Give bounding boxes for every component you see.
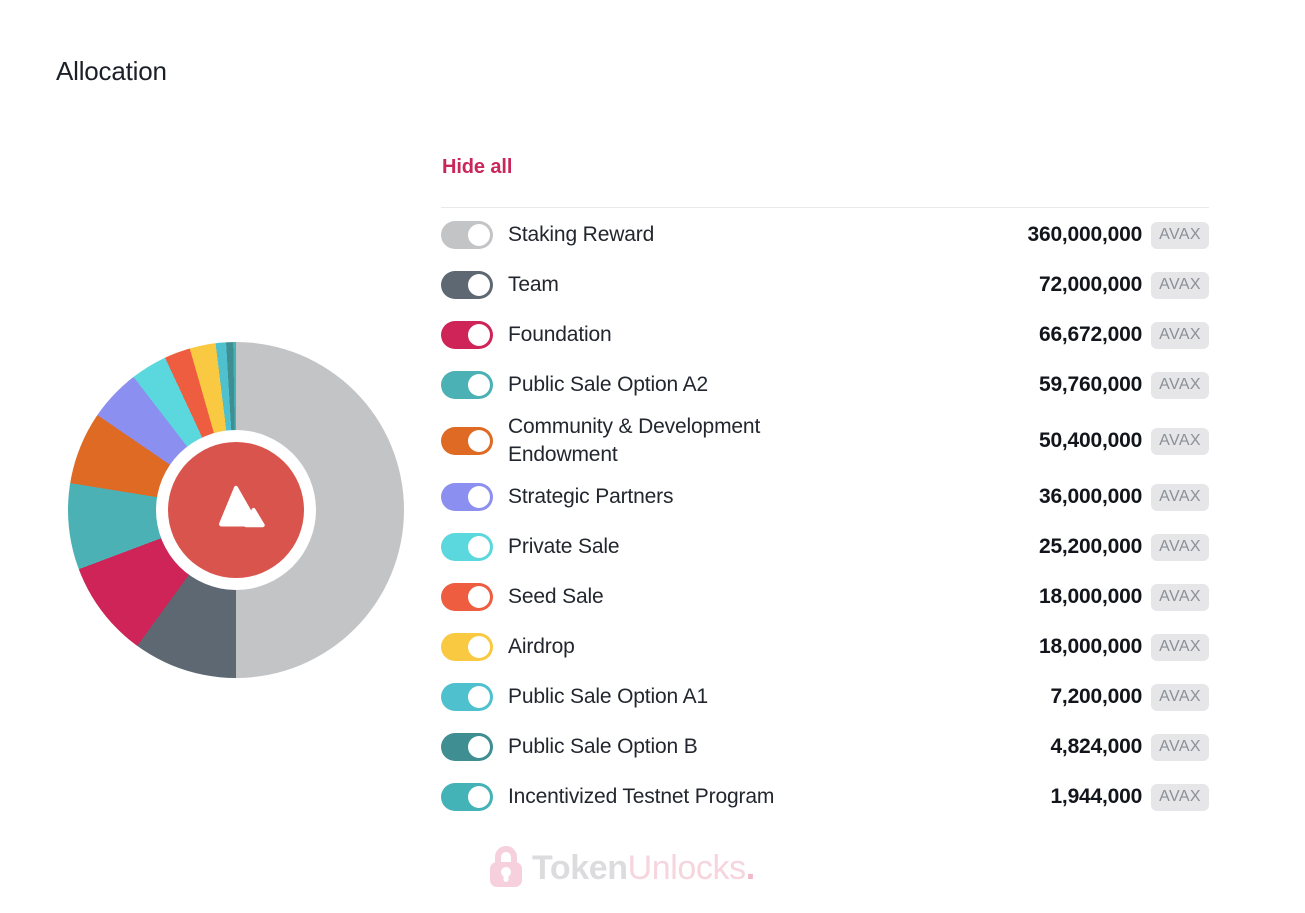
- unit-badge: AVAX: [1151, 633, 1209, 661]
- unit-badge: AVAX: [1151, 783, 1209, 811]
- toggle-knob: [468, 536, 490, 558]
- unit-badge: AVAX: [1151, 427, 1209, 455]
- toggle-community-development-endowment[interactable]: [441, 427, 493, 455]
- toggle-team[interactable]: [441, 271, 493, 299]
- toggle-seed-sale[interactable]: [441, 583, 493, 611]
- legend-row-label: Strategic Partners: [508, 485, 674, 509]
- legend-row-value: 18,000,000: [1038, 585, 1143, 608]
- legend-row-amount: 66,672,000 AVAX: [946, 321, 1209, 349]
- tokenunlocks-watermark: Token Unlocks .: [486, 843, 755, 894]
- lock-icon: [486, 843, 526, 894]
- legend-row-value: 72,000,000: [1038, 273, 1143, 296]
- legend-row[interactable]: Private Sale 25,200,000 AVAX: [441, 522, 1209, 572]
- watermark-unlocks: Unlocks: [627, 849, 747, 887]
- legend-row-value: 1,944,000: [1050, 785, 1143, 808]
- legend-row-amount: 18,000,000 AVAX: [946, 583, 1209, 611]
- legend-row[interactable]: Community & Development Endowment 50,400,…: [441, 410, 1209, 472]
- allocation-donut-chart[interactable]: [68, 342, 404, 678]
- legend-row-amount: 36,000,000 AVAX: [946, 483, 1209, 511]
- toggle-strategic-partners[interactable]: [441, 483, 493, 511]
- allocation-legend: Hide all Staking Reward 360,000,000 AVAX Te…: [441, 156, 1209, 822]
- legend-row[interactable]: Public Sale Option B 4,824,000 AVAX: [441, 722, 1209, 772]
- legend-row-value: 360,000,000: [1027, 223, 1143, 246]
- legend-row[interactable]: Airdrop 18,000,000 AVAX: [441, 622, 1209, 672]
- unit-badge: AVAX: [1151, 371, 1209, 399]
- legend-row-value: 4,824,000: [1050, 735, 1143, 758]
- toggle-knob: [468, 274, 490, 296]
- legend-row-label: Public Sale Option A2: [508, 373, 708, 397]
- legend-row-label: Staking Reward: [508, 223, 655, 247]
- legend-row-amount: 7,200,000 AVAX: [946, 683, 1209, 711]
- legend-row[interactable]: Team 72,000,000 AVAX: [441, 260, 1209, 310]
- toggle-public-sale-option-a2[interactable]: [441, 371, 493, 399]
- unit-badge: AVAX: [1151, 583, 1209, 611]
- toggle-staking-reward[interactable]: [441, 221, 493, 249]
- toggle-knob: [468, 686, 490, 708]
- toggle-knob: [468, 374, 490, 396]
- page-title: Allocation: [56, 56, 167, 86]
- legend-row[interactable]: Seed Sale 18,000,000 AVAX: [441, 572, 1209, 622]
- toggle-knob: [468, 586, 490, 608]
- toggle-foundation[interactable]: [441, 321, 493, 349]
- legend-row-value: 50,400,000: [1038, 429, 1143, 452]
- legend-row-label: Private Sale: [508, 535, 620, 559]
- legend-rows: Staking Reward 360,000,000 AVAX Team 72,000,…: [441, 210, 1209, 822]
- toggle-public-sale-option-a1[interactable]: [441, 683, 493, 711]
- legend-row[interactable]: Foundation 66,672,000 AVAX: [441, 310, 1209, 360]
- legend-row[interactable]: Public Sale Option A1 7,200,000 AVAX: [441, 672, 1209, 722]
- toggle-incentivized-testnet-program[interactable]: [441, 783, 493, 811]
- unit-badge: AVAX: [1151, 683, 1209, 711]
- legend-row-value: 66,672,000: [1038, 323, 1143, 346]
- unit-badge: AVAX: [1151, 221, 1209, 249]
- legend-row-label: Team: [508, 273, 559, 297]
- legend-divider: [441, 207, 1209, 208]
- unit-badge: AVAX: [1151, 271, 1209, 299]
- toggle-knob: [468, 486, 490, 508]
- legend-row-value: 25,200,000: [1038, 535, 1143, 558]
- legend-row-amount: 50,400,000 AVAX: [946, 427, 1209, 455]
- unit-badge: AVAX: [1151, 533, 1209, 561]
- toggle-airdrop[interactable]: [441, 633, 493, 661]
- toggle-knob: [468, 786, 490, 808]
- legend-row-value: 18,000,000: [1038, 635, 1143, 658]
- legend-row[interactable]: Strategic Partners 36,000,000 AVAX: [441, 472, 1209, 522]
- legend-row[interactable]: Public Sale Option A2 59,760,000 AVAX: [441, 360, 1209, 410]
- toggle-knob: [468, 430, 490, 452]
- legend-row-label: Public Sale Option A1: [508, 685, 708, 709]
- legend-row-label: Public Sale Option B: [508, 735, 698, 759]
- unit-badge: AVAX: [1151, 733, 1209, 761]
- toggle-public-sale-option-b[interactable]: [441, 733, 493, 761]
- avax-logo: [168, 442, 304, 578]
- legend-row-amount: 72,000,000 AVAX: [946, 271, 1209, 299]
- toggle-knob: [468, 736, 490, 758]
- toggle-private-sale[interactable]: [441, 533, 493, 561]
- legend-row-label: Community & Development Endowment: [508, 415, 761, 466]
- legend-row-label: Airdrop: [508, 635, 575, 659]
- legend-row-value: 7,200,000: [1050, 685, 1143, 708]
- legend-row-amount: 59,760,000 AVAX: [946, 371, 1209, 399]
- legend-row-value: 36,000,000: [1038, 485, 1143, 508]
- watermark-dot: .: [745, 849, 755, 887]
- toggle-knob: [468, 324, 490, 346]
- legend-row-amount: 1,944,000 AVAX: [946, 783, 1209, 811]
- legend-row-amount: 4,824,000 AVAX: [946, 733, 1209, 761]
- unit-badge: AVAX: [1151, 321, 1209, 349]
- toggle-knob: [468, 224, 490, 246]
- legend-row-label: Foundation: [508, 323, 612, 347]
- legend-row-label: Incentivized Testnet Program: [508, 785, 775, 809]
- unit-badge: AVAX: [1151, 483, 1209, 511]
- legend-row[interactable]: Staking Reward 360,000,000 AVAX: [441, 210, 1209, 260]
- legend-row-amount: 18,000,000 AVAX: [946, 633, 1209, 661]
- toggle-knob: [468, 636, 490, 658]
- legend-row-label: Seed Sale: [508, 585, 604, 609]
- legend-row-amount: 25,200,000 AVAX: [946, 533, 1209, 561]
- legend-row[interactable]: Incentivized Testnet Program 1,944,000 AVA…: [441, 772, 1209, 822]
- legend-row-amount: 360,000,000 AVAX: [946, 221, 1209, 249]
- legend-row-value: 59,760,000: [1038, 373, 1143, 396]
- watermark-token: Token: [532, 849, 628, 887]
- hide-all-button[interactable]: Hide all: [442, 156, 512, 179]
